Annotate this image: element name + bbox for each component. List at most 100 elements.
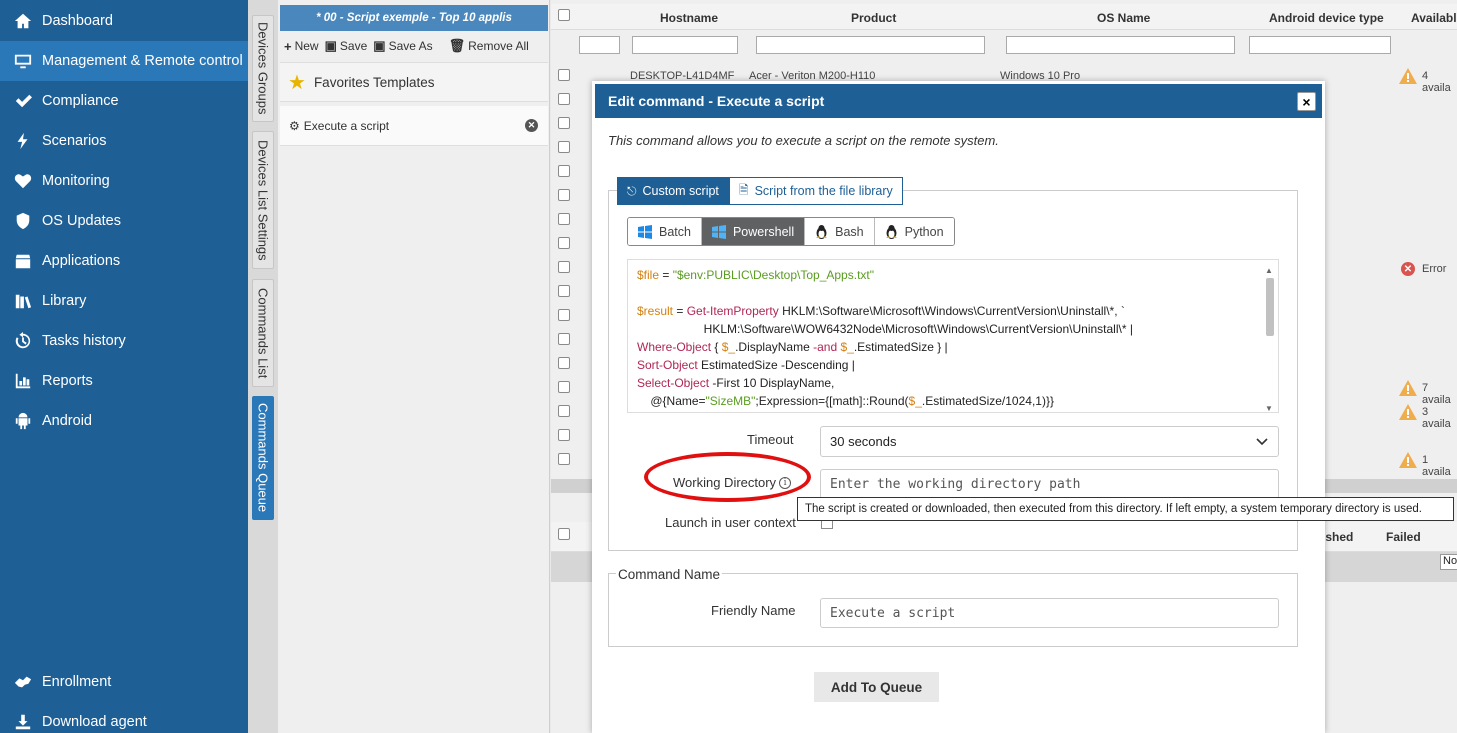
file-icon: 🗎: [738, 182, 749, 197]
source-tabs: ⎋ Custom script 🗎 Script from the file lib…: [617, 177, 903, 205]
row-checkbox[interactable]: [558, 69, 570, 81]
nav-android[interactable]: Android: [0, 401, 248, 441]
col-android-type[interactable]: Android device type: [1269, 11, 1384, 25]
filter-android[interactable]: [1249, 36, 1391, 54]
launch-user-context-label: Launch in user context: [665, 515, 796, 530]
linux-icon: [885, 224, 898, 239]
warning-icon: [1399, 404, 1417, 420]
scroll-thumb[interactable]: [1266, 278, 1274, 336]
select-all-checkbox[interactable]: [558, 9, 570, 21]
row-checkbox[interactable]: [558, 357, 570, 369]
filter-no[interactable]: No: [1440, 554, 1457, 570]
row-checkbox[interactable]: [558, 333, 570, 345]
commands-queue-panel: * 00 - Script exemple - Top 10 applis + N…: [278, 0, 550, 733]
nav-label: Library: [42, 293, 87, 309]
filter-hostname[interactable]: [632, 36, 738, 54]
language-tabs: Batch Powershell Bash Python: [627, 217, 955, 246]
nav-scenarios[interactable]: Scenarios: [0, 121, 248, 161]
scroll-down-icon[interactable]: ▼: [1265, 400, 1273, 412]
queue-title: * 00 - Script exemple - Top 10 applis: [280, 5, 548, 31]
gears-icon: ⚙: [289, 118, 300, 133]
warning-icon: [1399, 452, 1417, 468]
row-checkbox[interactable]: [558, 141, 570, 153]
new-button[interactable]: + New: [284, 39, 319, 54]
nav-label: Reports: [42, 373, 93, 389]
tab-powershell[interactable]: Powershell: [701, 218, 806, 245]
tab-bash[interactable]: Bash: [805, 218, 875, 245]
row-checkbox[interactable]: [558, 285, 570, 297]
friendly-name-input[interactable]: [820, 598, 1279, 628]
row-checkbox[interactable]: [558, 261, 570, 273]
linux-icon: [815, 224, 828, 239]
close-button[interactable]: ×: [1297, 92, 1316, 111]
row-checkbox[interactable]: [558, 429, 570, 441]
row-checkbox[interactable]: [558, 117, 570, 129]
remove-item-icon[interactable]: ✕: [525, 119, 538, 132]
tab-custom-script[interactable]: ⎋ Custom script: [617, 177, 729, 205]
col-hostname[interactable]: Hostname: [660, 11, 718, 25]
tab-python[interactable]: Python: [874, 218, 954, 245]
tab-commands-queue[interactable]: Commands Queue: [252, 396, 274, 520]
nav-management[interactable]: Management & Remote control: [0, 41, 248, 81]
script-editor[interactable]: $file = "$env:PUBLIC\Desktop\Top_Apps.tx…: [627, 259, 1279, 413]
row-checkbox[interactable]: [558, 405, 570, 417]
nav-tasks-history[interactable]: Tasks history: [0, 321, 248, 361]
nav-dashboard[interactable]: Dashboard: [0, 1, 248, 41]
favorites-templates[interactable]: ★ Favorites Templates: [280, 62, 548, 102]
nav-os-updates[interactable]: OS Updates: [0, 201, 248, 241]
tab-commands-list[interactable]: Commands List: [252, 279, 274, 387]
nav-monitoring[interactable]: Monitoring: [0, 161, 248, 201]
home-icon: [12, 10, 34, 32]
nav-applications[interactable]: Applications: [0, 241, 248, 281]
col-product[interactable]: Product: [851, 11, 896, 25]
tab-file-library[interactable]: 🗎 Script from the file library: [728, 177, 903, 205]
tab-batch[interactable]: Batch: [628, 218, 702, 245]
row-checkbox[interactable]: [558, 213, 570, 225]
save-button[interactable]: ▣ Save: [325, 38, 368, 54]
col-os-name[interactable]: OS Name: [1097, 11, 1150, 25]
col-available[interactable]: Available: [1411, 11, 1457, 25]
info-icon[interactable]: i: [779, 476, 792, 489]
col-failed[interactable]: Failed: [1386, 530, 1421, 544]
heart-pulse-icon: [12, 170, 34, 192]
nav-compliance[interactable]: Compliance: [0, 81, 248, 121]
row-checkbox[interactable]: [558, 165, 570, 177]
tab-devices-groups[interactable]: Devices Groups: [252, 15, 274, 122]
sidebar: Dashboard Management & Remote control Co…: [0, 0, 248, 733]
queue-item[interactable]: ⚙ Execute a script ✕: [280, 106, 548, 146]
col-finished[interactable]: ished: [1322, 530, 1353, 544]
warning-icon: [1399, 380, 1417, 396]
nav-label: Download agent: [42, 714, 147, 730]
remove-all-button[interactable]: 🗑 Remove All: [449, 38, 529, 54]
workdir-input[interactable]: [820, 469, 1279, 499]
row-checkbox[interactable]: [558, 189, 570, 201]
nav-library[interactable]: Library: [0, 281, 248, 321]
nav-enrollment[interactable]: Enrollment: [0, 662, 248, 702]
library-icon: [12, 290, 34, 312]
save-as-button[interactable]: ▣ Save As: [373, 38, 432, 54]
editor-scrollbar[interactable]: ▲ ▼: [1264, 262, 1276, 412]
row-checkbox[interactable]: [558, 381, 570, 393]
timeout-select[interactable]: 30 seconds: [820, 426, 1279, 457]
command-name-legend: Command Name: [616, 567, 723, 582]
row-checkbox[interactable]: [558, 309, 570, 321]
tab-devices-list-settings[interactable]: Devices List Settings: [252, 131, 274, 269]
nav-download-agent[interactable]: Download agent: [0, 702, 248, 733]
filter-product[interactable]: [756, 36, 985, 54]
nav-label: Applications: [42, 253, 121, 269]
available-status: 7 availa: [1422, 382, 1451, 406]
grid-header: Hostname Product OS Name Android device …: [551, 4, 1457, 30]
available-status: 3 availa: [1422, 406, 1451, 430]
filter-select[interactable]: [579, 36, 620, 54]
add-to-queue-button[interactable]: Add To Queue: [814, 672, 939, 702]
nav-label: Enrollment: [42, 674, 112, 690]
row-checkbox[interactable]: [558, 237, 570, 249]
filter-os[interactable]: [1006, 36, 1235, 54]
row-checkbox[interactable]: [558, 93, 570, 105]
available-status: 1 availa: [1422, 454, 1451, 478]
modal-description: This command allows you to execute a scr…: [608, 133, 999, 148]
select-all-checkbox[interactable]: [558, 528, 570, 540]
nav-reports[interactable]: Reports: [0, 361, 248, 401]
row-checkbox[interactable]: [558, 453, 570, 465]
